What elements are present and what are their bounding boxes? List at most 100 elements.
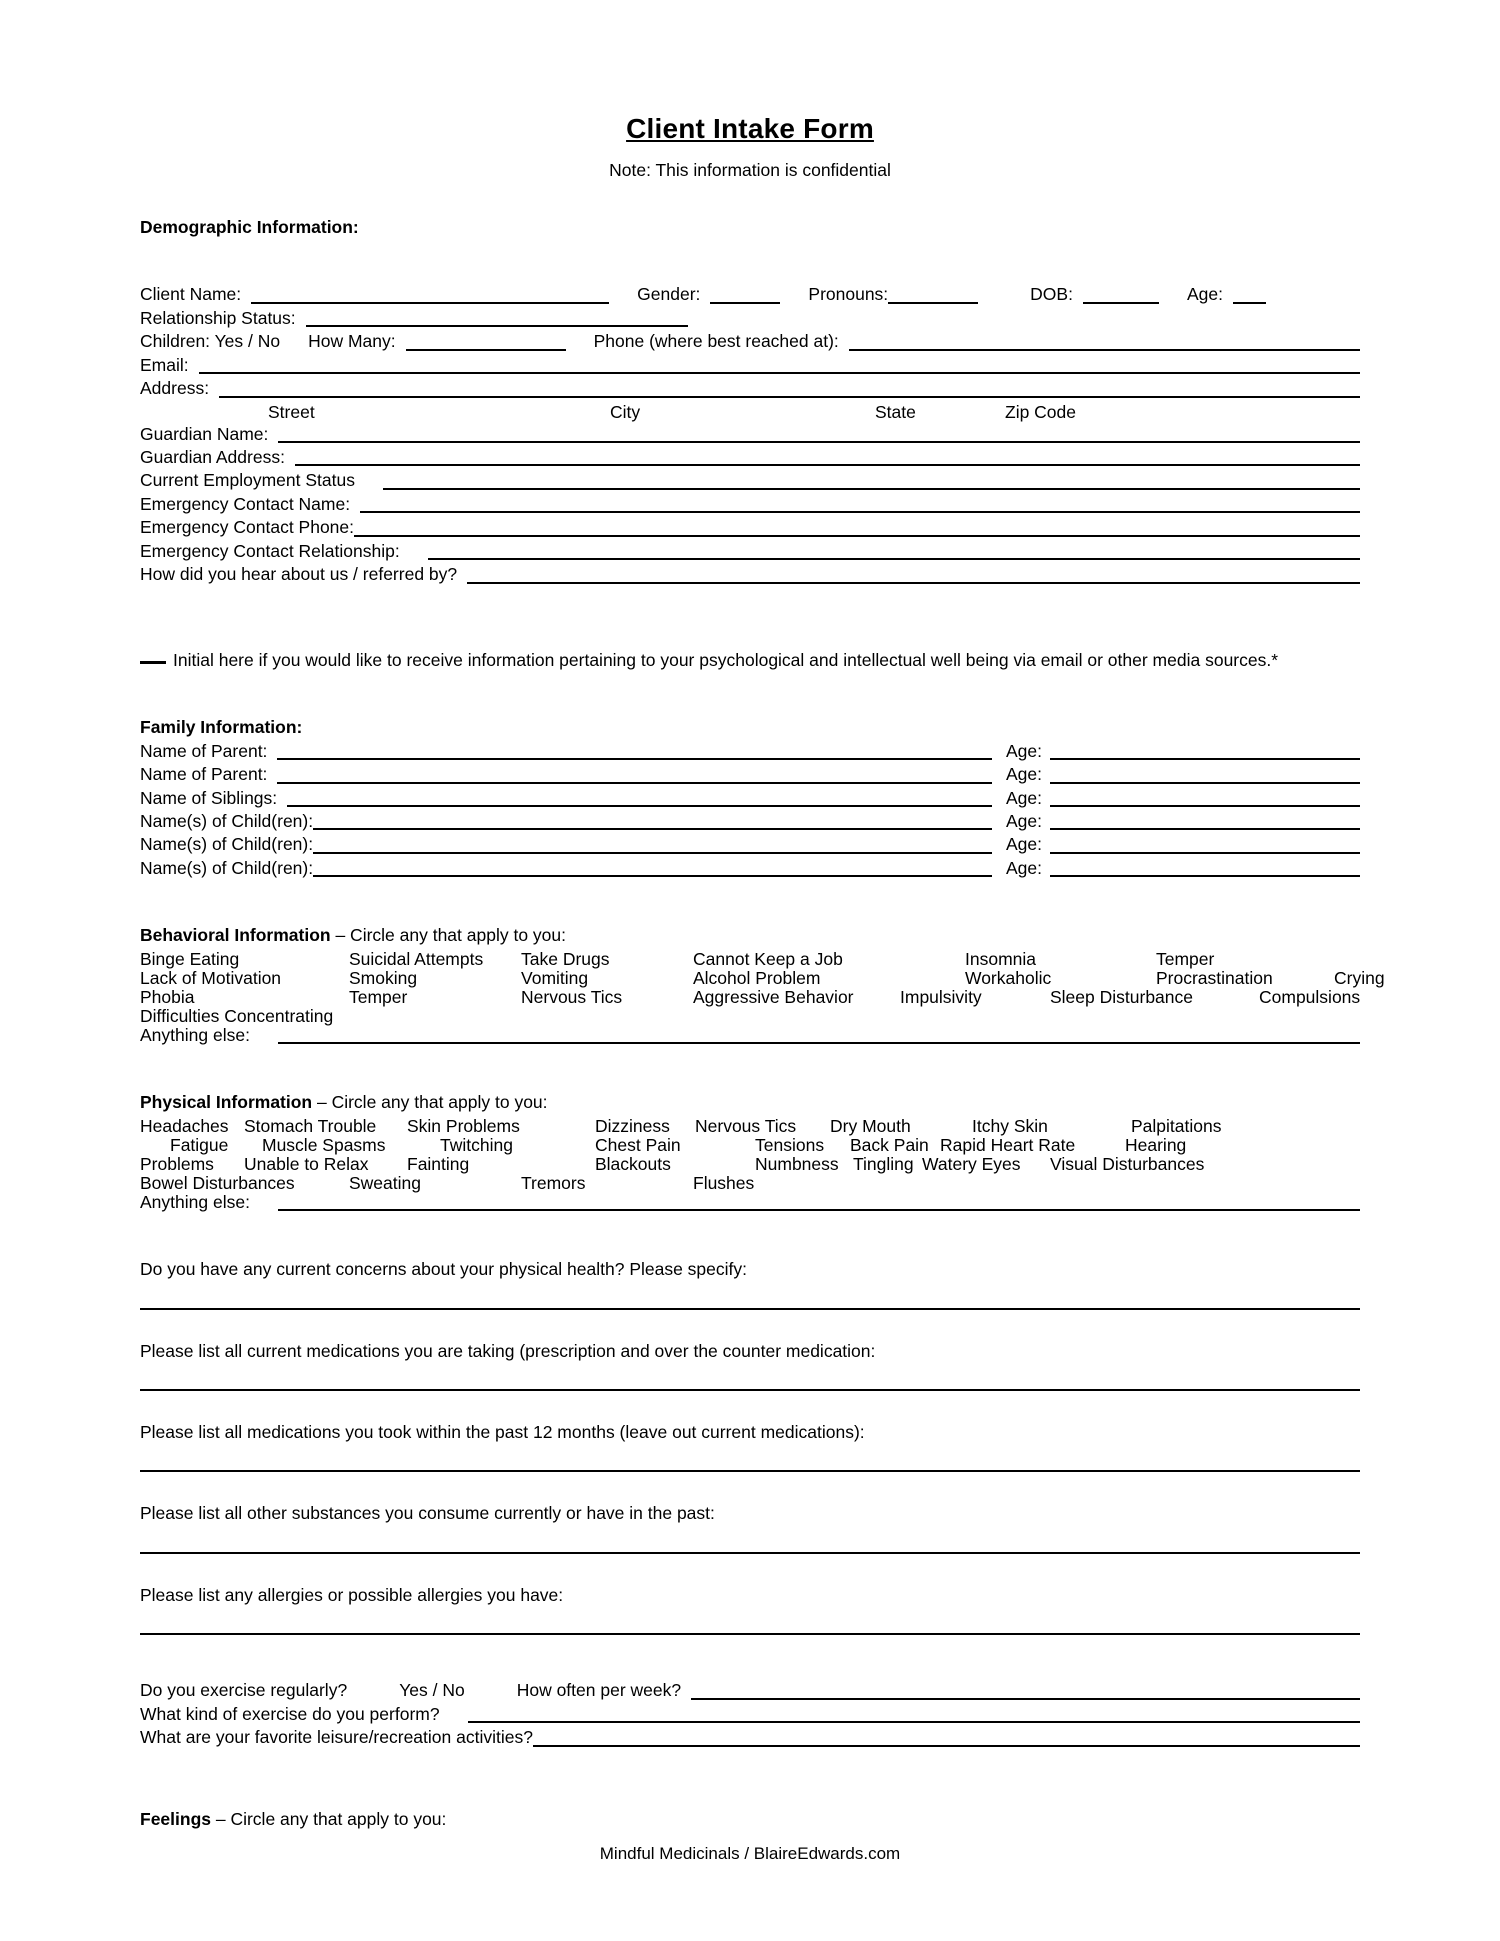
leisure-activities-input[interactable]: [532, 1744, 1360, 1747]
behavioral-heading-bold: Behavioral Information: [140, 925, 331, 946]
client-name-input[interactable]: [251, 301, 610, 304]
children-row: Children: Yes / No How Many: Phone (wher…: [140, 330, 1360, 353]
physical-option[interactable]: Flushes: [693, 1172, 754, 1195]
emergency-contact-name-input[interactable]: [360, 511, 1360, 514]
question-block: Please list any allergies or possible al…: [140, 1584, 1360, 1636]
email-row: Email:: [140, 354, 1360, 377]
family-name-label: Name of Parent:: [140, 740, 268, 761]
referral-label: How did you hear about us / referred by?: [140, 564, 458, 585]
family-row: Name(s) of Child(ren): Age:: [140, 810, 1360, 833]
family-row: Name(s) of Child(ren): Age:: [140, 857, 1360, 880]
behavioral-options-row: Difficulties Concentrating: [140, 1005, 1360, 1026]
family-name-input[interactable]: [313, 875, 992, 878]
family-age-input[interactable]: [1050, 781, 1360, 784]
physical-option[interactable]: Bowel Disturbances: [140, 1172, 295, 1195]
address-street-label: Street: [268, 401, 315, 422]
behavioral-option[interactable]: Difficulties Concentrating: [140, 1005, 333, 1028]
question-block: Do you have any current concerns about y…: [140, 1258, 1360, 1310]
exercise-kind-row: What kind of exercise do you perform?: [140, 1703, 1360, 1726]
confidentiality-note: Note: This information is confidential: [609, 159, 891, 180]
family-age-input[interactable]: [1050, 758, 1360, 761]
behavioral-section-heading: Behavioral Information – Circle any that…: [140, 924, 1360, 947]
question-label: Please list all other substances you con…: [140, 1503, 715, 1524]
family-name-input[interactable]: [277, 758, 992, 761]
family-name-input[interactable]: [313, 851, 992, 854]
family-row: Name of Parent: Age:: [140, 740, 1360, 763]
physical-anything-else-input[interactable]: [277, 1209, 1360, 1212]
family-name-label: Name(s) of Child(ren):: [140, 857, 314, 878]
guardian-address-label: Guardian Address:: [140, 447, 285, 468]
email-input[interactable]: [198, 372, 1360, 375]
initial-input[interactable]: [140, 660, 166, 664]
emergency-contact-phone-input[interactable]: [354, 534, 1360, 537]
family-age-label: Age:: [1006, 834, 1042, 855]
phone-input[interactable]: [848, 348, 1360, 351]
physical-section-heading: Physical Information – Circle any that a…: [140, 1091, 1360, 1114]
feelings-section-heading: Feelings – Circle any that apply to you:: [140, 1808, 1360, 1831]
dob-input[interactable]: [1082, 301, 1159, 304]
emergency-contact-relationship-input[interactable]: [427, 558, 1360, 561]
family-section-heading: Family Information:: [140, 717, 303, 738]
emergency-contact-phone-label: Emergency Contact Phone:: [140, 517, 355, 538]
exercise-regular-row: Do you exercise regularly? Yes / No How …: [140, 1679, 1360, 1702]
family-age-input[interactable]: [1050, 875, 1360, 878]
gender-label: Gender:: [637, 284, 701, 305]
footer-text: Mindful Medicinals / BlaireEdwards.com: [599, 1844, 901, 1864]
family-age-input[interactable]: [1050, 851, 1360, 854]
address-sublabels: Street City State Zip Code: [140, 401, 1360, 423]
pronouns-input[interactable]: [888, 301, 979, 304]
question-block: Please list all medications you took wit…: [140, 1421, 1360, 1473]
exercise-how-often-input[interactable]: [691, 1697, 1360, 1700]
exercise-yes-no[interactable]: Yes / No: [399, 1679, 465, 1702]
emergency-phone-row: Emergency Contact Phone:: [140, 516, 1360, 539]
employment-status-label: Current Employment Status: [140, 470, 355, 491]
question-label: Please list any allergies or possible al…: [140, 1584, 564, 1605]
physical-option[interactable]: Tremors: [521, 1172, 586, 1195]
children-label[interactable]: Children: Yes / No: [140, 330, 280, 353]
exercise-regular-label: Do you exercise regularly?: [140, 1680, 348, 1701]
guardian-name-row: Guardian Name:: [140, 423, 1360, 446]
family-name-input[interactable]: [287, 805, 992, 808]
family-name-input[interactable]: [277, 781, 992, 784]
guardian-name-label: Guardian Name:: [140, 423, 269, 444]
emergency-contact-relationship-label: Emergency Contact Relationship:: [140, 540, 400, 561]
family-name-label: Name(s) of Child(ren):: [140, 811, 314, 832]
referral-input[interactable]: [467, 581, 1360, 584]
physical-option[interactable]: Sweating: [349, 1172, 421, 1195]
age-input[interactable]: [1232, 301, 1266, 304]
client-name-label: Client Name:: [140, 284, 242, 305]
gender-input[interactable]: [710, 301, 781, 304]
emergency-relationship-row: Emergency Contact Relationship:: [140, 540, 1360, 563]
behavioral-heading-rest: – Circle any that apply to you:: [330, 925, 566, 946]
exercise-how-often-label: How often per week?: [516, 1680, 682, 1701]
address-city-label: City: [610, 401, 641, 422]
client-name-row: Client Name: Gender: Pronouns: DOB: Age:: [140, 283, 1360, 306]
phone-label: Phone (where best reached at):: [593, 331, 839, 352]
physical-options-row: Fatigue Muscle Spasms Twitching Chest Pa…: [140, 1134, 1360, 1155]
family-age-input[interactable]: [1050, 805, 1360, 808]
address-row: Address:: [140, 377, 1360, 400]
relationship-status-input[interactable]: [305, 325, 688, 328]
how-many-input[interactable]: [405, 348, 566, 351]
exercise-kind-label: What kind of exercise do you perform?: [140, 1703, 440, 1724]
family-age-input[interactable]: [1050, 828, 1360, 831]
guardian-address-input[interactable]: [294, 464, 1360, 467]
address-state-label: State: [875, 401, 916, 422]
family-row: Name of Parent: Age:: [140, 763, 1360, 786]
how-many-label: How Many:: [308, 331, 396, 352]
employment-status-input[interactable]: [382, 487, 1360, 490]
consent-text: Initial here if you would like to receiv…: [173, 649, 1279, 670]
question-label: Please list all medications you took wit…: [140, 1421, 865, 1442]
physical-options-row: Problems Unable to Relax Fainting Blacko…: [140, 1153, 1360, 1174]
referral-row: How did you hear about us / referred by?: [140, 563, 1360, 586]
page-title: Client Intake Form: [626, 113, 874, 144]
physical-options-row: Bowel Disturbances Sweating Tremors Flus…: [140, 1172, 1360, 1193]
behavioral-anything-else-input[interactable]: [277, 1042, 1360, 1045]
address-label: Address:: [140, 378, 210, 399]
address-input[interactable]: [219, 395, 1360, 398]
guardian-name-input[interactable]: [278, 441, 1360, 444]
family-name-input[interactable]: [313, 828, 992, 831]
exercise-kind-input[interactable]: [467, 1721, 1360, 1724]
relationship-status-row: Relationship Status:: [140, 307, 1360, 330]
family-name-label: Name of Parent:: [140, 764, 268, 785]
